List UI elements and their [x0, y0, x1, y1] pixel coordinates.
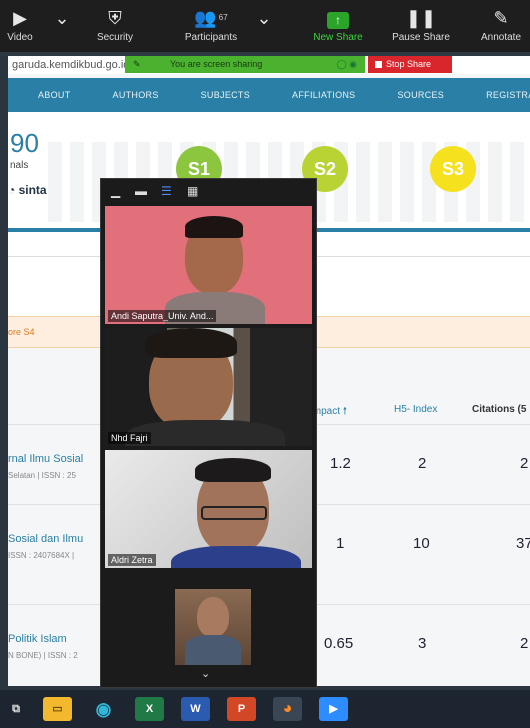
excel-icon[interactable]: X: [135, 697, 164, 721]
nav-authors[interactable]: AUTHORS: [113, 90, 159, 100]
speaker-view-icon[interactable]: ☰: [161, 185, 172, 197]
journal-count-label: nals: [10, 160, 29, 171]
video-tile[interactable]: Andi Saputra_Univ. And...: [105, 206, 312, 324]
participant-hair: [185, 216, 243, 238]
chevron-down-icon: ⌄: [54, 8, 70, 28]
banner-options-icon[interactable]: ◯ ◉: [337, 56, 357, 73]
journal-title[interactable]: rnal Ilmu Sosial: [8, 453, 83, 465]
h5-value: 2: [418, 455, 427, 472]
impact-value: 0.65: [324, 635, 354, 652]
new-share-button[interactable]: ↑ New Share: [308, 4, 368, 54]
nav-about[interactable]: ABOUT: [38, 90, 71, 100]
impact-value: 1.2: [330, 455, 351, 472]
journal-subtitle: ISSN : 2407684X |: [8, 551, 75, 560]
journal-count: 90: [10, 128, 39, 158]
camera-icon: ▶: [13, 8, 27, 28]
participant-hair: [145, 328, 237, 358]
participant-thumbnail: [175, 589, 251, 665]
journal-subtitle: N BONE) | ISSN : 2: [8, 651, 78, 660]
shield-icon: ⛨: [108, 8, 122, 28]
glasses-icon: [201, 506, 267, 520]
participant-name: Aldri Zetra: [108, 554, 156, 566]
nav-sources[interactable]: SOURCES: [398, 90, 445, 100]
file-explorer-icon[interactable]: ▭: [43, 697, 72, 721]
participants-options-button[interactable]: ⌄: [254, 4, 274, 54]
video-tile[interactable]: Nhd Fajri: [105, 328, 312, 446]
nav-registration[interactable]: REGISTRATION: [486, 90, 530, 100]
annotate-button[interactable]: ✎ Annotate: [474, 4, 528, 54]
people-icon: 👥 67: [194, 8, 228, 28]
impact-value: 1: [336, 535, 345, 552]
hide-video-icon[interactable]: ▬: [135, 185, 147, 197]
zoom-toolbar: ▶ Video ⌄ ⛨ Security 👥 67 Participants ⌄ …: [0, 0, 530, 56]
chevron-down-icon: ⌄: [256, 8, 272, 28]
edge-icon[interactable]: ◉: [89, 697, 118, 721]
gallery-toolbar: ▁ ▬ ☰ ▦: [101, 179, 316, 205]
h5-value: 3: [418, 635, 427, 652]
nav-affiliations[interactable]: AFFILIATIONS: [292, 90, 355, 100]
video-tile[interactable]: Aldri Zetra: [105, 450, 312, 568]
participants-button[interactable]: 👥 67 Participants: [176, 4, 246, 54]
chevron-down-icon[interactable]: ⌄: [201, 667, 210, 680]
pause-share-button[interactable]: ❚❚ Pause Share: [388, 4, 454, 54]
firefox-icon[interactable]: ◕: [273, 697, 302, 721]
pencil-icon: ✎: [133, 59, 141, 69]
participants-count: 67: [218, 13, 228, 22]
grade-s3[interactable]: S3: [430, 146, 476, 192]
video-gallery-panel: ▁ ▬ ☰ ▦ Andi Saputra_Univ. And... Nhd Fa…: [100, 178, 317, 688]
participant-name: Nhd Fajri: [108, 432, 151, 444]
site-nav: ABOUT AUTHORS SUBJECTS AFFILIATIONS SOUR…: [8, 78, 530, 112]
sort-up-icon: 🠕: [342, 406, 348, 417]
zoom-icon[interactable]: ▶: [319, 697, 348, 721]
citations-value: 2: [520, 635, 529, 652]
video-tile[interactable]: [105, 579, 312, 669]
journal-subtitle: Selatan | ISSN : 25: [8, 471, 76, 480]
pencil-icon: ✎: [493, 8, 509, 28]
stop-share-button[interactable]: Stop Share: [368, 56, 452, 73]
screen: garuda.kemdikbud.go.id/journals ABOUT AU…: [0, 0, 530, 728]
sinta-logo: ◔ sinta: [8, 183, 47, 197]
th-citations[interactable]: Citations (5: [472, 404, 526, 415]
journal-title[interactable]: Sosial dan Ilmu: [8, 533, 83, 545]
pause-icon: ❚❚: [405, 8, 437, 28]
journal-title[interactable]: Politik Islam: [8, 633, 67, 645]
participant-hair: [195, 458, 271, 482]
gallery-view-icon[interactable]: ▦: [187, 185, 198, 197]
citations-value: 37: [516, 535, 530, 552]
video-options-button[interactable]: ⌄: [52, 4, 72, 54]
word-icon[interactable]: W: [181, 697, 210, 721]
windows-taskbar: ⧉ ▭ ◉ X W P ◕ ▶: [0, 690, 530, 728]
share-screen-icon: ↑: [308, 4, 368, 32]
video-button[interactable]: ▶ Video: [0, 4, 40, 54]
screen-sharing-banner: ✎ You are screen sharing ◯ ◉: [125, 56, 365, 73]
minimize-icon[interactable]: ▁: [111, 185, 120, 197]
powerpoint-icon[interactable]: P: [227, 697, 256, 721]
participant-name: Andi Saputra_Univ. And...: [108, 310, 217, 322]
th-h5-index[interactable]: H5- Index: [394, 404, 437, 415]
citations-value: 2: [520, 455, 529, 472]
security-button[interactable]: ⛨ Security: [88, 4, 142, 54]
h5-value: 10: [413, 535, 430, 552]
nav-subjects[interactable]: SUBJECTS: [201, 90, 250, 100]
participant-body: [171, 546, 301, 568]
task-view-icon[interactable]: ⧉: [6, 697, 26, 721]
